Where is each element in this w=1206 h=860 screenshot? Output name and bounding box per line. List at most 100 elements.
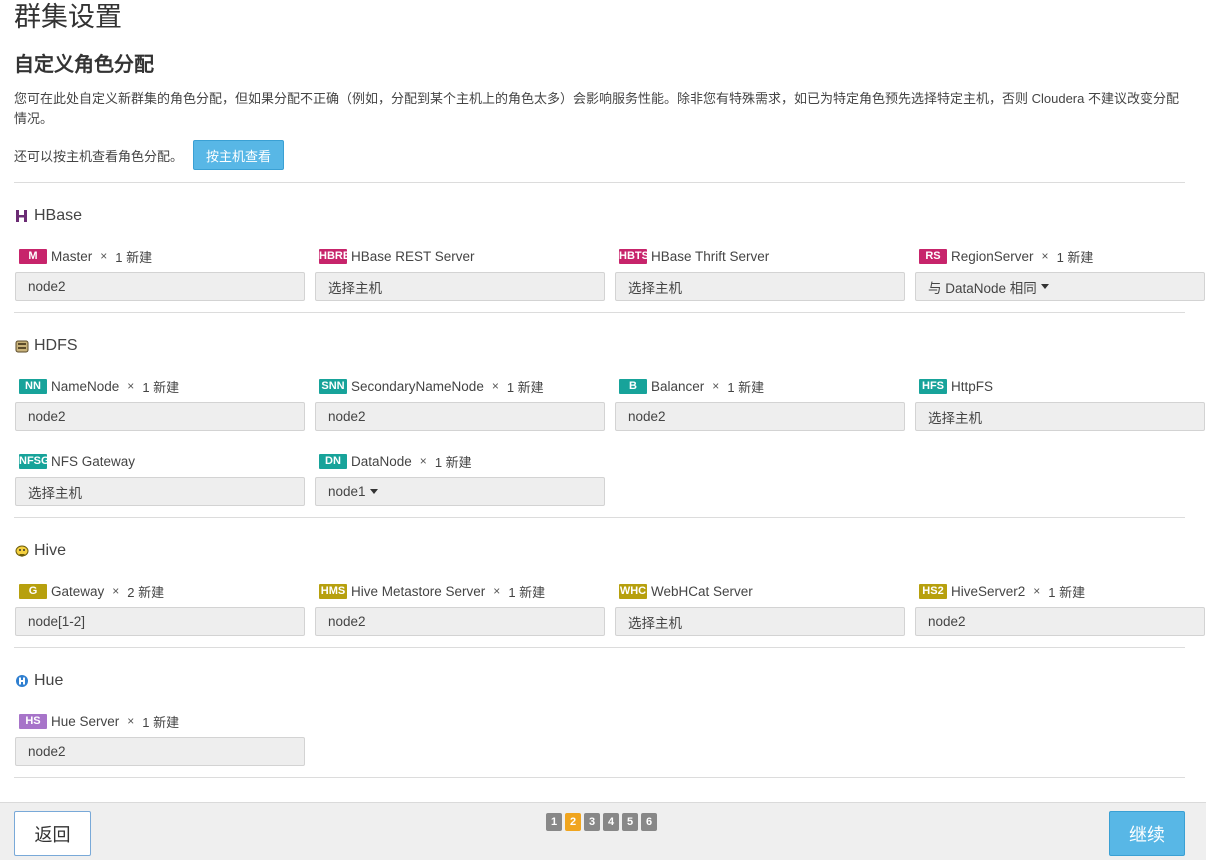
role-new-count: 1 新建	[727, 379, 765, 395]
role-badge: G	[19, 583, 47, 599]
remove-role-icon[interactable]: ×	[712, 379, 719, 393]
role-new-count: 2 新建	[127, 584, 165, 600]
role-hive-gateway: G Gateway × 2 新建 node[1-2]	[15, 581, 305, 636]
role-name: Gateway	[51, 583, 105, 599]
host-selector[interactable]: 选择主机	[615, 607, 905, 636]
role-badge: DN	[319, 453, 347, 469]
wizard-footer: 返回 1 2 3 4 5 6 继续	[0, 802, 1206, 860]
host-selector[interactable]: 选择主机	[15, 477, 305, 506]
remove-role-icon[interactable]: ×	[112, 584, 119, 598]
role-hdfs-datanode: DN DataNode × 1 新建 node1	[315, 451, 605, 506]
wizard-step[interactable]: 1	[546, 813, 562, 831]
role-new-count: 1 新建	[142, 714, 180, 730]
host-selector[interactable]: node2	[915, 607, 1205, 636]
role-name: HttpFS	[951, 378, 994, 394]
remove-role-icon[interactable]: ×	[420, 454, 427, 468]
view-by-host-row: 还可以按主机查看角色分配。 按主机查看	[14, 140, 285, 170]
service-name: Hive	[34, 542, 67, 559]
role-name: SecondaryNameNode	[351, 378, 484, 394]
role-badge: WHC	[619, 583, 647, 599]
divider	[14, 517, 1185, 518]
role-name: Hive Metastore Server	[351, 583, 486, 599]
role-new-count: 1 新建	[1056, 249, 1094, 265]
wizard-steps: 1 2 3 4 5 6	[546, 813, 657, 831]
service-header-hdfs: HDFS	[15, 336, 78, 356]
host-selector[interactable]: node2	[15, 737, 305, 766]
view-by-host-text: 还可以按主机查看角色分配。	[14, 148, 184, 164]
host-selector[interactable]: 选择主机	[915, 402, 1205, 431]
remove-role-icon[interactable]: ×	[1042, 249, 1049, 263]
role-new-count: 1 新建	[115, 249, 153, 265]
host-selector[interactable]: node2	[615, 402, 905, 431]
role-badge: B	[619, 378, 647, 394]
chevron-down-icon	[369, 489, 378, 494]
role-name: RegionServer	[951, 248, 1034, 264]
role-name: NameNode	[51, 378, 120, 394]
remove-role-icon[interactable]: ×	[492, 379, 499, 393]
host-selector[interactable]: 与 DataNode 相同	[915, 272, 1205, 301]
role-name: WebHCat Server	[651, 583, 753, 599]
role-hive-metastore-server: HMS Hive Metastore Server × 1 新建 node2	[315, 581, 605, 636]
hbase-icon	[15, 209, 29, 223]
hdfs-icon	[15, 339, 29, 353]
host-selector[interactable]: node2	[315, 607, 605, 636]
role-hdfs-secondarynamenode: SNN SecondaryNameNode × 1 新建 node2	[315, 376, 605, 431]
role-badge: HBTS	[619, 248, 647, 264]
description-text: 您可在此处自定义新群集的角色分配，但如果分配不正确（例如，分配到某个主机上的角色…	[14, 91, 1179, 126]
role-name: Master	[51, 248, 93, 264]
role-name: Balancer	[651, 378, 705, 394]
role-new-count: 1 新建	[506, 379, 544, 395]
service-name: Hue	[34, 672, 64, 689]
role-hdfs-nfs-gateway: NFSG NFS Gateway 选择主机	[15, 451, 305, 506]
role-badge: HBRE	[319, 248, 347, 264]
divider	[14, 777, 1185, 778]
service-header-hive: Hive	[15, 541, 66, 561]
wizard-step-active[interactable]: 2	[565, 813, 581, 831]
host-selector[interactable]: node2	[15, 272, 305, 301]
role-badge: NN	[19, 378, 47, 394]
divider	[14, 312, 1185, 313]
role-badge: NFSG	[19, 453, 47, 469]
role-name: HBase Thrift Server	[651, 248, 770, 264]
host-selector[interactable]: node1	[315, 477, 605, 506]
host-selector[interactable]: node2	[15, 402, 305, 431]
wizard-step[interactable]: 4	[603, 813, 619, 831]
service-header-hue: Hue	[15, 671, 63, 691]
role-hdfs-namenode: NN NameNode × 1 新建 node2	[15, 376, 305, 431]
host-selector[interactable]: node2	[315, 402, 605, 431]
wizard-step[interactable]: 6	[641, 813, 657, 831]
remove-role-icon[interactable]: ×	[127, 379, 134, 393]
role-badge: HS2	[919, 583, 947, 599]
hive-icon	[15, 544, 29, 558]
remove-role-icon[interactable]: ×	[1033, 584, 1040, 598]
role-hbase-master: M Master × 1 新建 node2	[15, 246, 305, 301]
remove-role-icon[interactable]: ×	[100, 249, 107, 263]
host-selector[interactable]: node[1-2]	[15, 607, 305, 636]
service-name: HDFS	[34, 337, 78, 354]
role-name: Hue Server	[51, 713, 120, 729]
wizard-step[interactable]: 3	[584, 813, 600, 831]
back-button[interactable]: 返回	[14, 811, 91, 856]
chevron-down-icon	[1040, 284, 1049, 289]
role-new-count: 1 新建	[1048, 584, 1086, 600]
continue-button[interactable]: 继续	[1109, 811, 1185, 856]
section-title: 自定义角色分配	[14, 54, 154, 76]
host-selector[interactable]: 选择主机	[315, 272, 605, 301]
role-hbase-regionserver: RS RegionServer × 1 新建 与 DataNode 相同	[915, 246, 1205, 301]
view-by-host-button[interactable]: 按主机查看	[193, 140, 285, 170]
divider	[14, 182, 1185, 183]
role-new-count: 1 新建	[434, 454, 472, 470]
role-hue-server: HS Hue Server × 1 新建 node2	[15, 711, 305, 766]
remove-role-icon[interactable]: ×	[493, 584, 500, 598]
role-hbase-thrift-server: HBTS HBase Thrift Server 选择主机	[615, 246, 905, 301]
role-hdfs-balancer: B Balancer × 1 新建 node2	[615, 376, 905, 431]
host-selector[interactable]: 选择主机	[615, 272, 905, 301]
remove-role-icon[interactable]: ×	[127, 714, 134, 728]
role-name: HBase REST Server	[351, 248, 475, 264]
role-new-count: 1 新建	[508, 584, 546, 600]
hue-icon	[15, 674, 29, 688]
page-title: 群集设置	[14, 2, 122, 32]
wizard-step[interactable]: 5	[622, 813, 638, 831]
role-badge: HS	[19, 713, 47, 729]
service-header-hbase: HBase	[15, 206, 82, 226]
